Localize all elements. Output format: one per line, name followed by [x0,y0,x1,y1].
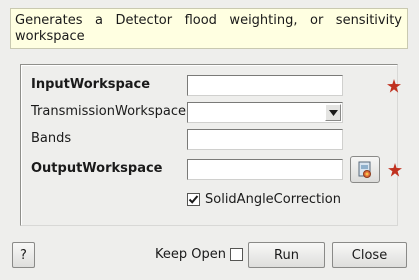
keep-open-label: Keep Open [155,247,226,262]
checkmark-icon [188,195,199,204]
output-workspace-field[interactable] [187,159,343,180]
algorithm-description: Generates a Detector flood weighting, or… [10,8,408,49]
chevron-down-icon[interactable] [325,104,341,121]
required-star-icon [387,79,401,93]
output-workspace-label: OutputWorkspace [31,161,163,176]
bands-label: Bands [31,131,72,146]
required-star-icon [388,163,402,177]
input-workspace-field[interactable] [187,75,343,96]
solid-angle-correction-checkbox[interactable] [187,193,200,206]
help-button[interactable]: ? [12,242,35,268]
transmission-workspace-label: TransmissionWorkspace [31,104,187,119]
solid-angle-correction-label: SolidAngleCorrection [205,192,341,207]
input-workspace-label: InputWorkspace [31,77,151,92]
keep-open-checkbox[interactable] [230,248,243,261]
run-button[interactable]: Run [248,242,325,268]
bands-field[interactable] [187,129,343,150]
transmission-workspace-select[interactable] [187,102,343,123]
close-button[interactable]: Close [332,242,407,268]
workspace-browse-button[interactable] [350,156,380,183]
workspace-browse-icon [358,161,371,178]
